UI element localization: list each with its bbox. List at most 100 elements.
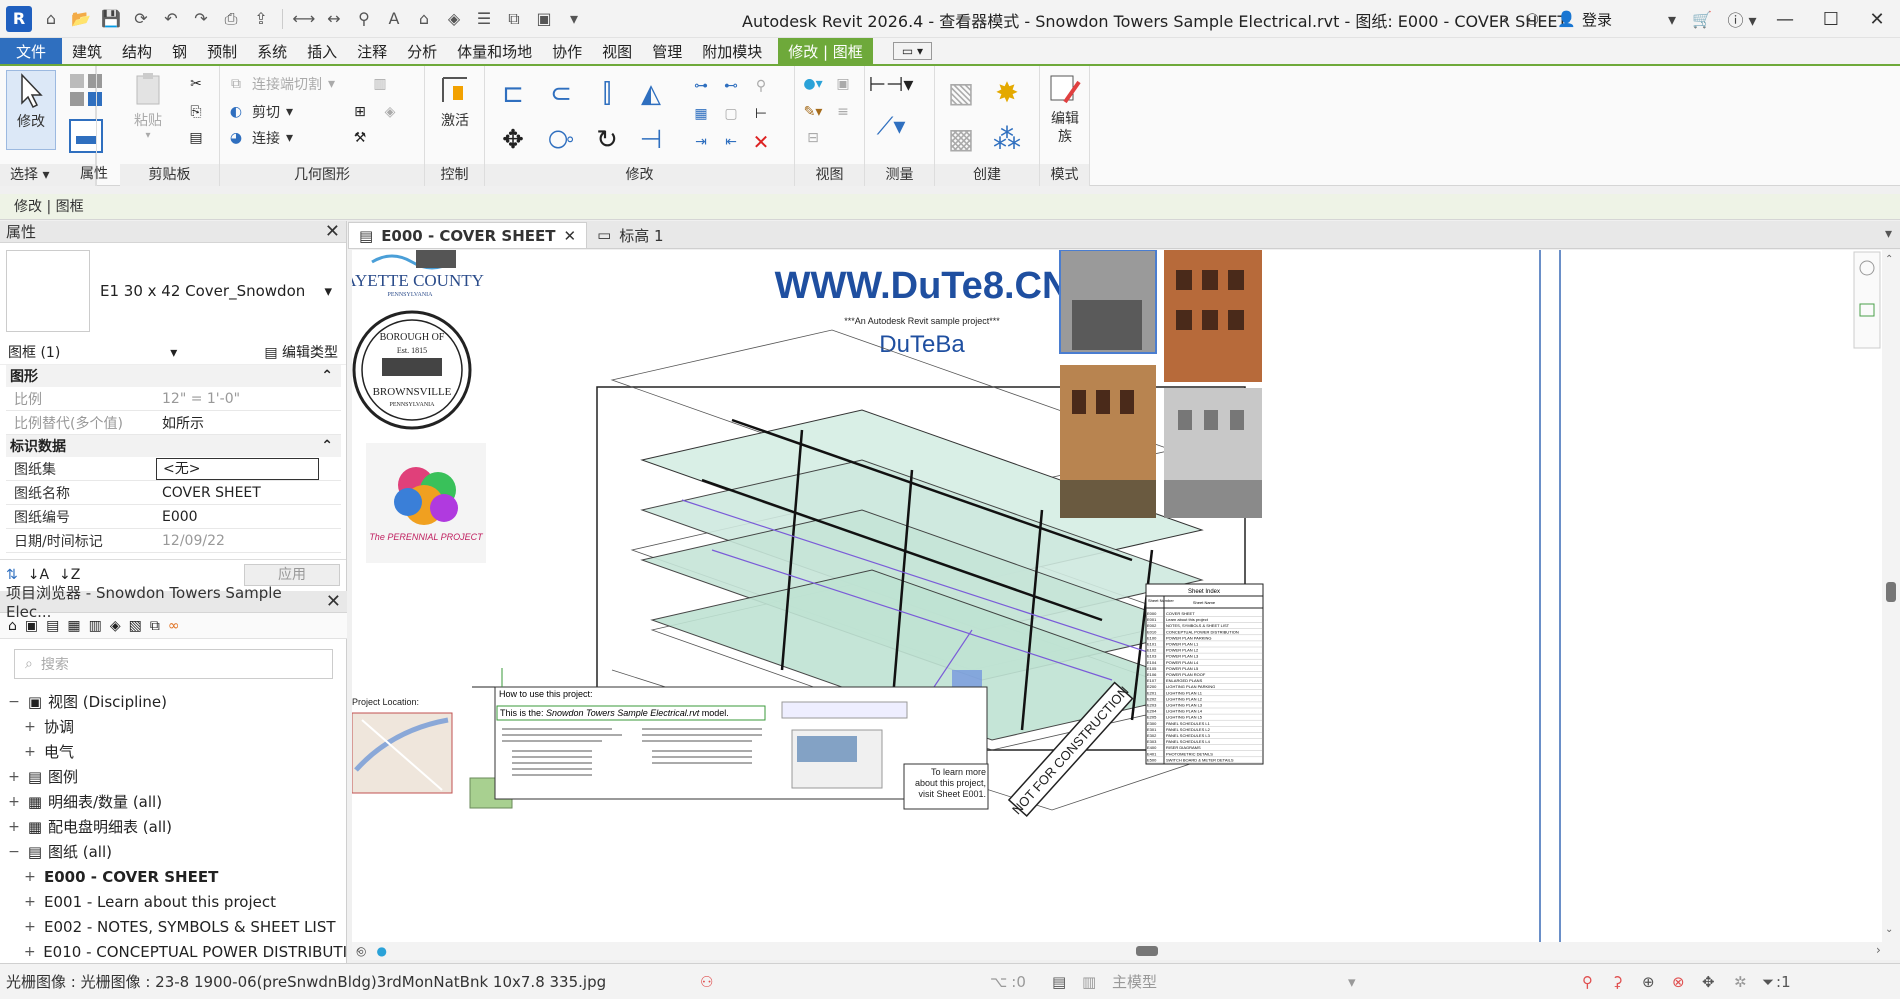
expand-node-icon[interactable]: +: [22, 869, 38, 885]
create-group-icon[interactable]: ▩: [943, 120, 979, 156]
filter-status[interactable]: ⏷:1: [1762, 973, 1791, 991]
historic-building-photo[interactable]: [1164, 250, 1262, 382]
browser-schedules-icon[interactable]: ▦: [67, 618, 80, 634]
tab-collaborate[interactable]: 协作: [542, 38, 592, 64]
trim-extend-icon[interactable]: ⊣: [633, 122, 669, 158]
horizontal-scroll-thumb[interactable]: [1136, 946, 1158, 956]
horizontal-scrollbar[interactable]: ‹ ›: [352, 942, 1900, 960]
sun-path-icon[interactable]: ●: [376, 944, 386, 958]
save-icon[interactable]: 💾: [98, 6, 124, 32]
tab-list-icon[interactable]: ▾: [1885, 226, 1900, 248]
chevron-left-icon[interactable]: ‹: [1493, 0, 1517, 38]
tab-precast[interactable]: 预制: [197, 38, 247, 64]
help-icon[interactable]: ⓘ ▾: [1722, 0, 1762, 38]
expand-node-icon[interactable]: +: [6, 769, 22, 785]
section-identity-data[interactable]: 标识数据 ⌃: [6, 435, 341, 457]
scale-icon[interactable]: ▢: [721, 104, 741, 124]
expand-node-icon[interactable]: +: [22, 719, 38, 735]
background-process-icon[interactable]: ✲: [1734, 973, 1747, 991]
cart-icon[interactable]: 🛒: [1682, 0, 1722, 38]
edit-type-button[interactable]: ▤ 编辑类型: [264, 342, 338, 362]
paste-button[interactable]: 粘贴 ▾: [128, 70, 168, 141]
binoculars-icon[interactable]: ⚇: [1517, 0, 1547, 38]
browser-search-input[interactable]: ⌕ 搜索: [14, 649, 333, 679]
expand-node-icon[interactable]: +: [22, 894, 38, 910]
align-icon[interactable]: ⊏: [495, 76, 531, 112]
tab-structure[interactable]: 结构: [112, 38, 162, 64]
close-browser-icon[interactable]: ✕: [326, 591, 341, 612]
copy-element-icon[interactable]: ⧂: [543, 122, 579, 158]
close-tab-icon[interactable]: ✕: [563, 227, 576, 245]
minimize-button[interactable]: —: [1762, 0, 1808, 38]
array-icon[interactable]: ▦: [691, 104, 711, 124]
3d-view-icon[interactable]: ⌂: [411, 6, 437, 32]
scroll-right-icon[interactable]: ›: [1876, 943, 1881, 957]
visual-style-icon[interactable]: ◎: [356, 944, 366, 958]
browser-tree-node[interactable]: + E001 - Learn about this project: [0, 889, 347, 914]
worksets-indicator[interactable]: ⌥:0: [990, 973, 1026, 991]
copy-icon[interactable]: ⎘: [186, 102, 206, 122]
browser-groups-icon[interactable]: ▧: [129, 618, 142, 634]
select-by-face-status-icon[interactable]: ⊗: [1672, 973, 1685, 991]
sheet-set-field[interactable]: <无>: [156, 457, 319, 480]
cut-geometry-button[interactable]: ◐ 剪切 ▾: [226, 102, 293, 122]
tab-cover-sheet[interactable]: ▤ E000 - COVER SHEET ✕: [348, 222, 588, 248]
dimension-icon[interactable]: ↔: [321, 6, 347, 32]
undo-icon[interactable]: ↶: [158, 6, 184, 32]
close-properties-icon[interactable]: ✕: [325, 221, 340, 242]
model-dropdown-icon[interactable]: ▾: [1348, 973, 1356, 991]
editing-requests-icon[interactable]: ▥: [1082, 973, 1096, 991]
collapse-node-icon[interactable]: −: [6, 844, 22, 860]
browser-tree-node[interactable]: + 电气: [0, 739, 347, 764]
browser-revit-links-icon[interactable]: ∞: [168, 618, 180, 634]
browser-tree-node[interactable]: − ▤ 图纸 (all): [0, 839, 347, 864]
browser-tree-node[interactable]: + ▦ 配电盘明细表 (all): [0, 814, 347, 839]
sort-ascending-icon[interactable]: ↓A: [28, 567, 49, 583]
hide-icon[interactable]: ▣: [833, 74, 853, 94]
maximize-button[interactable]: ☐: [1808, 0, 1854, 38]
filter-view-icon[interactable]: ⊟: [803, 128, 823, 148]
browser-views-icon[interactable]: ▣: [25, 618, 38, 634]
tab-annotate[interactable]: 注释: [347, 38, 397, 64]
modify-button[interactable]: 修改: [6, 70, 56, 150]
browser-sheets-icon[interactable]: ▤: [46, 618, 59, 634]
cope-button[interactable]: ⧉ 连接端切割 ▾: [226, 74, 335, 94]
tab-analyze[interactable]: 分析: [397, 38, 447, 64]
browser-tree-node[interactable]: + E000 - COVER SHEET: [0, 864, 347, 889]
browser-home-icon[interactable]: ⌂: [8, 618, 17, 634]
scroll-up-icon[interactable]: ⌃: [1885, 254, 1893, 265]
browser-legends-icon[interactable]: ▥: [89, 618, 102, 634]
delete-icon[interactable]: ✕: [751, 130, 771, 154]
select-underlay-status-icon[interactable]: ⚳: [1612, 973, 1623, 991]
historic-building-photo[interactable]: [1164, 388, 1262, 518]
customize-qat-icon[interactable]: ▾: [561, 6, 587, 32]
expand-node-icon[interactable]: +: [22, 919, 38, 935]
expand-node-icon[interactable]: +: [6, 794, 22, 810]
activate-button[interactable]: 激活: [435, 70, 475, 130]
print-icon[interactable]: ⎙: [218, 6, 244, 32]
wall-joins-icon[interactable]: ▥: [370, 74, 390, 94]
browser-tree-node[interactable]: + ▦ 明细表/数量 (all): [0, 789, 347, 814]
collapse-node-icon[interactable]: −: [6, 694, 22, 710]
historic-building-photo[interactable]: [1060, 365, 1156, 518]
instance-filter[interactable]: 图框 (1) ▾: [8, 342, 177, 362]
mirror-axis-icon[interactable]: ⫿: [589, 76, 625, 112]
line-style-icon[interactable]: ≡: [833, 102, 853, 122]
select-links-icon[interactable]: [66, 70, 106, 110]
offset-icon[interactable]: ⊂: [543, 76, 579, 112]
browser-tree-node[interactable]: + E002 - NOTES, SYMBOLS & SHEET LIST: [0, 914, 347, 939]
tab-file[interactable]: 文件: [0, 38, 63, 64]
login-dropdown-icon[interactable]: ▾: [1622, 0, 1682, 38]
thin-lines-icon[interactable]: ☰: [471, 6, 497, 32]
tab-steel[interactable]: 钢: [162, 38, 197, 64]
pin-icon[interactable]: ⊢: [751, 104, 771, 124]
split-face-icon[interactable]: ⊞: [350, 102, 370, 122]
sheet-number-field[interactable]: E000: [156, 509, 341, 525]
tab-insert[interactable]: 插入: [297, 38, 347, 64]
expand-node-icon[interactable]: +: [6, 819, 22, 835]
measure-icon[interactable]: ⟷: [291, 6, 317, 32]
join-button[interactable]: ◕ 连接 ▾: [226, 128, 293, 148]
tab-add-ins[interactable]: 附加模块: [692, 38, 772, 64]
create-similar-icon[interactable]: ⁂: [989, 120, 1025, 156]
trim-single-icon[interactable]: ⇤: [721, 132, 741, 152]
